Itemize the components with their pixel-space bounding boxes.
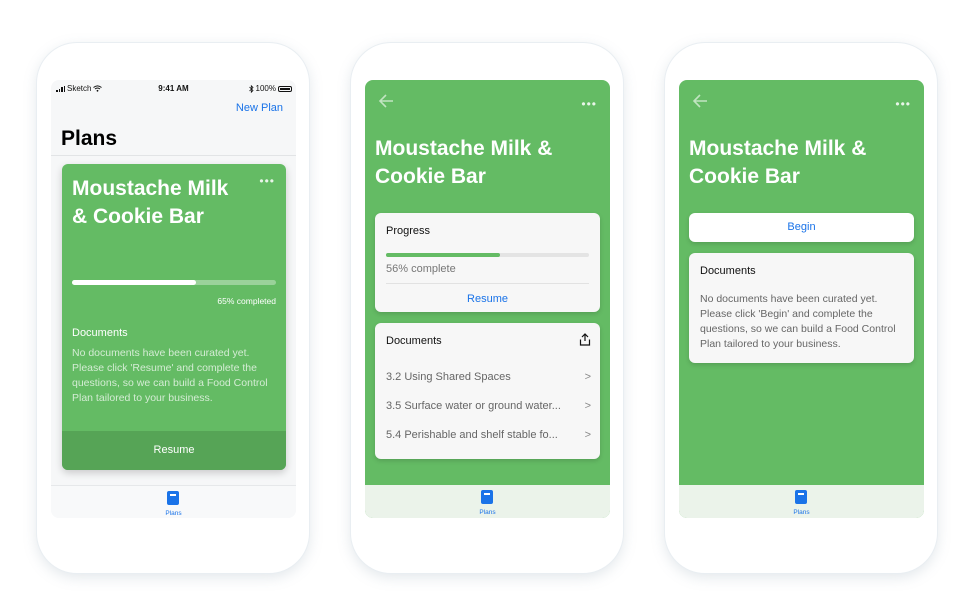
book-icon[interactable] (795, 490, 807, 504)
resume-button[interactable]: Resume (62, 431, 286, 470)
screen-plans-list: Sketch 9:41 AM 100% New Plan Plans Moust… (51, 80, 296, 518)
progress-heading: Progress (386, 225, 431, 237)
plan-progress-bar (72, 280, 276, 285)
documents-heading: Documents (386, 335, 442, 347)
chevron-right-icon: > (584, 371, 591, 383)
document-row[interactable]: 3.2 Using Shared Spaces > (386, 371, 591, 383)
tab-bar: Plans (365, 485, 610, 518)
documents-empty-text: No documents have been curated yet. Plea… (72, 347, 268, 404)
plan-card[interactable]: Moustache Milk & Cookie Bar ••• 65% comp… (62, 164, 286, 470)
tab-plans[interactable]: Plans (51, 510, 296, 517)
more-icon[interactable]: ••• (895, 98, 911, 110)
documents-card: Documents No documents have been curated… (689, 253, 914, 363)
tab-bar: Plans (51, 485, 296, 518)
battery-percent: 100% (255, 84, 276, 93)
document-row[interactable]: 3.5 Surface water or ground water... > (386, 400, 591, 412)
resume-button[interactable]: Resume (375, 293, 600, 305)
progress-bar (386, 253, 589, 257)
divider (51, 155, 296, 156)
back-arrow-icon[interactable] (378, 93, 394, 109)
book-icon[interactable] (481, 490, 493, 504)
plan-title: Moustache Milk & Cookie Bar (689, 137, 867, 188)
phone-plan-begin: ••• Moustache Milk & Cookie Bar Begin Do… (665, 43, 937, 573)
documents-empty-text: No documents have been curated yet. Plea… (700, 293, 896, 350)
plan-title: Moustache Milk & Cookie Bar (375, 137, 553, 188)
bluetooth-icon (248, 84, 254, 93)
tab-bar: Plans (679, 485, 924, 518)
more-icon[interactable]: ••• (259, 175, 275, 187)
plan-progress-fill (72, 280, 197, 285)
tab-plans[interactable]: Plans (365, 509, 610, 516)
phone-plan-progress: ••• Moustache Milk & Cookie Bar Progress… (351, 43, 623, 573)
chevron-right-icon: > (584, 429, 591, 441)
phone-plans-list: Sketch 9:41 AM 100% New Plan Plans Moust… (37, 43, 309, 573)
screen-plan-begin: ••• Moustache Milk & Cookie Bar Begin Do… (679, 80, 924, 518)
begin-button[interactable]: Begin (689, 213, 914, 242)
progress-card: Progress 56% complete Resume (375, 213, 600, 312)
documents-heading: Documents (700, 265, 756, 277)
plan-progress-text: 65% completed (217, 296, 276, 306)
page-title: Plans (61, 127, 118, 150)
battery-icon (278, 85, 292, 92)
progress-fill (386, 253, 500, 257)
document-row[interactable]: 5.4 Perishable and shelf stable fo... > (386, 429, 591, 441)
documents-card: Documents 3.2 Using Shared Spaces > 3.5 S… (375, 323, 600, 459)
screen-plan-progress: ••• Moustache Milk & Cookie Bar Progress… (365, 80, 610, 518)
divider (386, 283, 589, 284)
documents-heading: Documents (72, 327, 128, 339)
status-bar: Sketch 9:41 AM 100% (51, 80, 296, 96)
chevron-right-icon: > (584, 400, 591, 412)
new-plan-button[interactable]: New Plan (236, 102, 283, 114)
plan-card-title: Moustache Milk & Cookie Bar (72, 177, 229, 228)
more-icon[interactable]: ••• (581, 98, 597, 110)
back-arrow-icon[interactable] (692, 93, 708, 109)
book-icon[interactable] (167, 491, 179, 505)
tab-plans[interactable]: Plans (679, 509, 924, 516)
share-icon[interactable] (579, 333, 591, 346)
progress-text: 56% complete (386, 263, 456, 275)
